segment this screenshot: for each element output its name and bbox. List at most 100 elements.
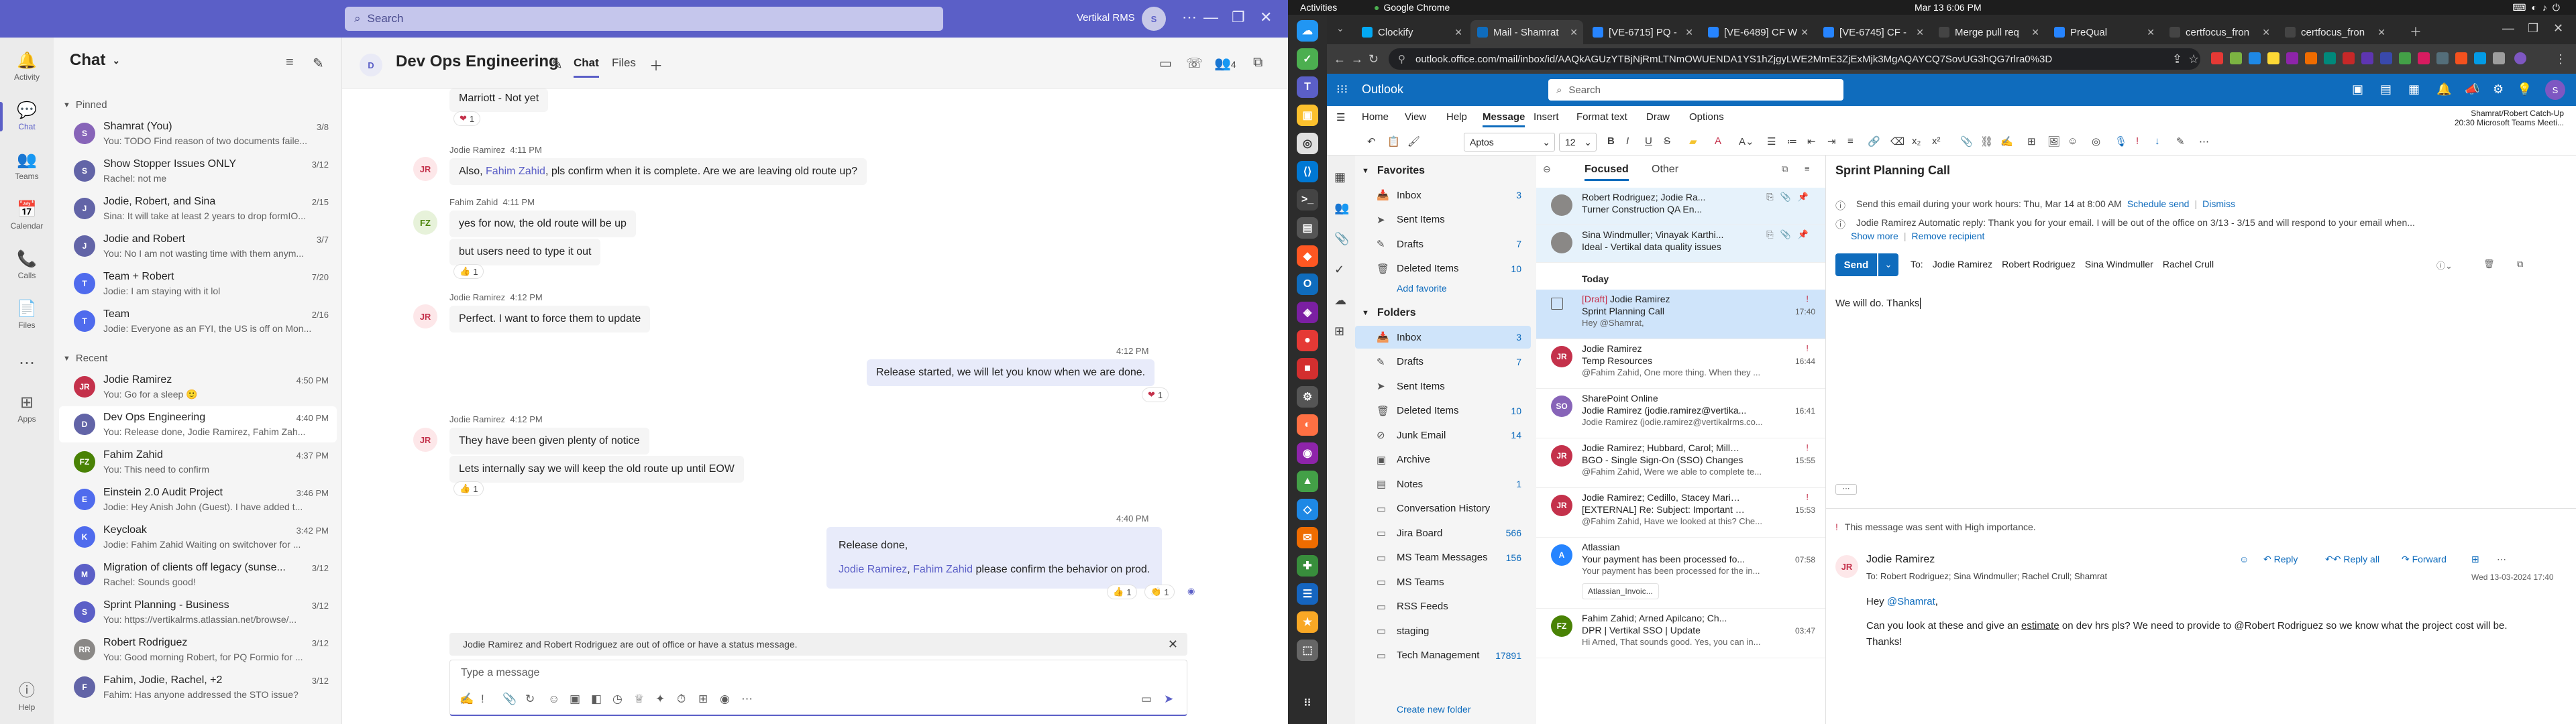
chat-list-item[interactable]: S Show Stopper Issues ONLY Rachel: not me 3…	[59, 153, 337, 189]
recent-section[interactable]: ▼ Recent	[63, 353, 107, 364]
extension-icon[interactable]	[2267, 52, 2279, 64]
tab-focused[interactable]: Focused	[1585, 164, 1629, 181]
firefox-icon[interactable]: ◐	[1297, 414, 1318, 436]
bulb-icon[interactable]: ✦	[655, 692, 665, 706]
dock-app-icon[interactable]: ●	[1297, 330, 1318, 351]
profile-icon[interactable]	[2514, 52, 2526, 64]
show-apps-icon[interactable]: ⁝⁝	[1297, 692, 1318, 713]
link-icon[interactable]: ⛓	[1980, 135, 1993, 147]
close-tab-icon[interactable]: ✕	[1570, 27, 1578, 38]
teams-icon[interactable]: T	[1297, 76, 1318, 98]
loop-icon[interactable]: ↻	[525, 692, 535, 706]
bold-icon[interactable]: B	[1607, 135, 1615, 147]
tab-files[interactable]: Files	[612, 56, 636, 70]
site-info-icon[interactable]: ⚲	[1398, 53, 1405, 65]
remove-recipient-link[interactable]: Remove recipient	[1911, 231, 1984, 241]
draft-subject[interactable]: Sprint Planning Call	[1835, 164, 1950, 178]
chat-list-item[interactable]: T Team Jodie: Everyone as an FYI, the US i…	[59, 303, 337, 339]
dock-app-icon[interactable]: ◆	[1297, 245, 1318, 267]
ribbon-tab-message[interactable]: Message	[1483, 111, 1525, 127]
dock-app-icon[interactable]: ⚙	[1297, 386, 1318, 408]
emoji-react-icon[interactable]: ☺	[2239, 554, 2249, 564]
folder-item[interactable]: ✎ Drafts 7	[1355, 351, 1531, 373]
table-icon[interactable]: ⊞	[2027, 135, 2036, 147]
folder-item[interactable]: ▣ Archive	[1355, 448, 1531, 471]
emoji-icon[interactable]: ☺	[548, 692, 559, 706]
sticker-icon[interactable]: ◧	[591, 692, 602, 706]
chat-list-item[interactable]: S Sprint Planning - Business You: https://…	[59, 594, 337, 630]
reply-all-button[interactable]: ↶↶ Reply all	[2325, 554, 2379, 565]
recipient[interactable]: Sina Windmuller	[2085, 259, 2153, 269]
tab-chat[interactable]: Chat	[574, 56, 599, 78]
chat-title[interactable]: Dev Ops Engineering	[396, 52, 559, 71]
extension-icon[interactable]	[2474, 52, 2486, 64]
dock-app-icon[interactable]: ◇	[1297, 499, 1318, 520]
dock-app-icon[interactable]: ★	[1297, 611, 1318, 633]
close-tab-icon[interactable]: ✕	[1916, 27, 1924, 38]
browser-tab[interactable]: PreQual ✕	[2047, 20, 2160, 44]
onedrive-icon[interactable]: ☁	[1334, 294, 1346, 308]
phone-icon[interactable]: ☏	[1186, 55, 1203, 72]
apps-icon[interactable]: ⊞	[2471, 554, 2479, 565]
ribbon-tab-home[interactable]: Home	[1362, 111, 1389, 123]
mention[interactable]: Fahim Zahid	[913, 564, 973, 575]
profile-avatar[interactable]: S	[1142, 7, 1166, 31]
new-tab-icon[interactable]: ＋	[2410, 23, 2422, 40]
rail-apps[interactable]: ⊞ Apps	[0, 386, 54, 432]
dock-app-icon[interactable]: ◈	[1297, 302, 1318, 323]
expand-quoted-button[interactable]: ⋯	[1835, 484, 1857, 495]
close-tab-icon[interactable]: ✕	[1685, 27, 1693, 38]
message-compose-box[interactable]: Type a message ✍ ! 📎 ↻ ☺ ▣ ◧ ◷ ♕ ✦ ⏱ ⊞ ◉…	[449, 660, 1187, 716]
teams-icon[interactable]: ▣	[2352, 82, 2363, 97]
folder-item[interactable]: ➤ Sent Items	[1355, 208, 1531, 231]
dismiss-link[interactable]: Dismiss	[2202, 198, 2235, 213]
ribbon-tab-draw[interactable]: Draw	[1646, 111, 1670, 123]
chat-list-item[interactable]: D Dev Ops Engineering You: Release done, J…	[59, 406, 337, 442]
more-icon[interactable]: ⋯	[2199, 135, 2209, 147]
to-recipients[interactable]: To: Jodie Ramirez Robert Rodriguez Sina Win…	[1911, 259, 2214, 269]
hamburger-icon[interactable]: ☰	[1336, 111, 1345, 123]
folder-item[interactable]: 📥 Inbox 3	[1355, 326, 1531, 349]
filter-icon[interactable]: ≡	[1805, 164, 1810, 174]
dock-app-icon[interactable]: ☰	[1297, 583, 1318, 605]
attach-icon[interactable]: 📎	[1334, 232, 1349, 246]
align-icon[interactable]: ≡	[1847, 135, 1854, 147]
rail-more[interactable]: ⋯	[0, 342, 54, 387]
more-options-icon[interactable]: ⋯	[1182, 9, 1197, 25]
extension-icon[interactable]	[2249, 52, 2261, 64]
mail-item[interactable]: A Atlassian Your payment has been processe…	[1536, 538, 1825, 609]
superscript-icon[interactable]: x²	[1932, 135, 1941, 147]
reaction-heart[interactable]: ❤ 1	[453, 111, 481, 126]
edit-icon[interactable]: ✎	[551, 56, 563, 73]
folder-item[interactable]: ➤ Sent Items	[1355, 375, 1531, 398]
rail-calendar[interactable]: 📅 Calendar	[0, 193, 54, 239]
browser-tab[interactable]: [VE-6745] CF - ✕	[1817, 20, 1929, 44]
ribbon-tab-format-text[interactable]: Format text	[1576, 111, 1627, 123]
undo-icon[interactable]: ↶	[1367, 135, 1376, 147]
megaphone-icon[interactable]: 📣	[2465, 82, 2479, 97]
outlook-icon[interactable]: O	[1297, 274, 1318, 295]
sensitivity-icon[interactable]: ⓘ⌄	[2436, 259, 2453, 272]
mail-search-input[interactable]: ⌕ Search	[1548, 79, 1843, 101]
folder-item[interactable]: 📥 Inbox 3	[1355, 184, 1531, 206]
chat-list-item[interactable]: JR Jodie Ramirez You: Go for a sleep 🙂 4:50…	[59, 369, 337, 405]
dock-app-icon[interactable]: ■	[1297, 358, 1318, 379]
puzzle-icon[interactable]	[2493, 52, 2505, 64]
folder-item[interactable]: 🗑 Deleted Items 10	[1355, 400, 1531, 422]
numbering-icon[interactable]: ≔	[1787, 135, 1797, 147]
strikethrough-icon[interactable]: S	[1664, 135, 1670, 147]
rail-calls[interactable]: 📞 Calls	[0, 243, 54, 288]
indent-icon[interactable]: ⇥	[1827, 135, 1836, 147]
more-icon[interactable]: ⋯	[2497, 554, 2506, 565]
font-color-icon[interactable]: A	[1715, 135, 1721, 147]
folder-item[interactable]: ✎ Drafts 7	[1355, 233, 1531, 255]
url-field[interactable]: ⚲ outlook.office.com/mail/inbox/id/AAQkAG…	[1389, 48, 2200, 70]
bell-icon[interactable]: 🔔	[2436, 82, 2451, 97]
chat-list-item[interactable]: T Team + Robert Jodie: I am staying with i…	[59, 265, 337, 302]
mention[interactable]: @Shamrat	[1887, 596, 1935, 607]
underline-icon[interactable]: U	[1645, 135, 1652, 147]
close-tab-icon[interactable]: ✕	[1454, 27, 1462, 38]
chat-list-item[interactable]: J Jodie and Robert You: No I am not wastin…	[59, 228, 337, 264]
account-avatar[interactable]: S	[2545, 80, 2565, 100]
gear-icon[interactable]: ⚙	[2493, 82, 2504, 97]
